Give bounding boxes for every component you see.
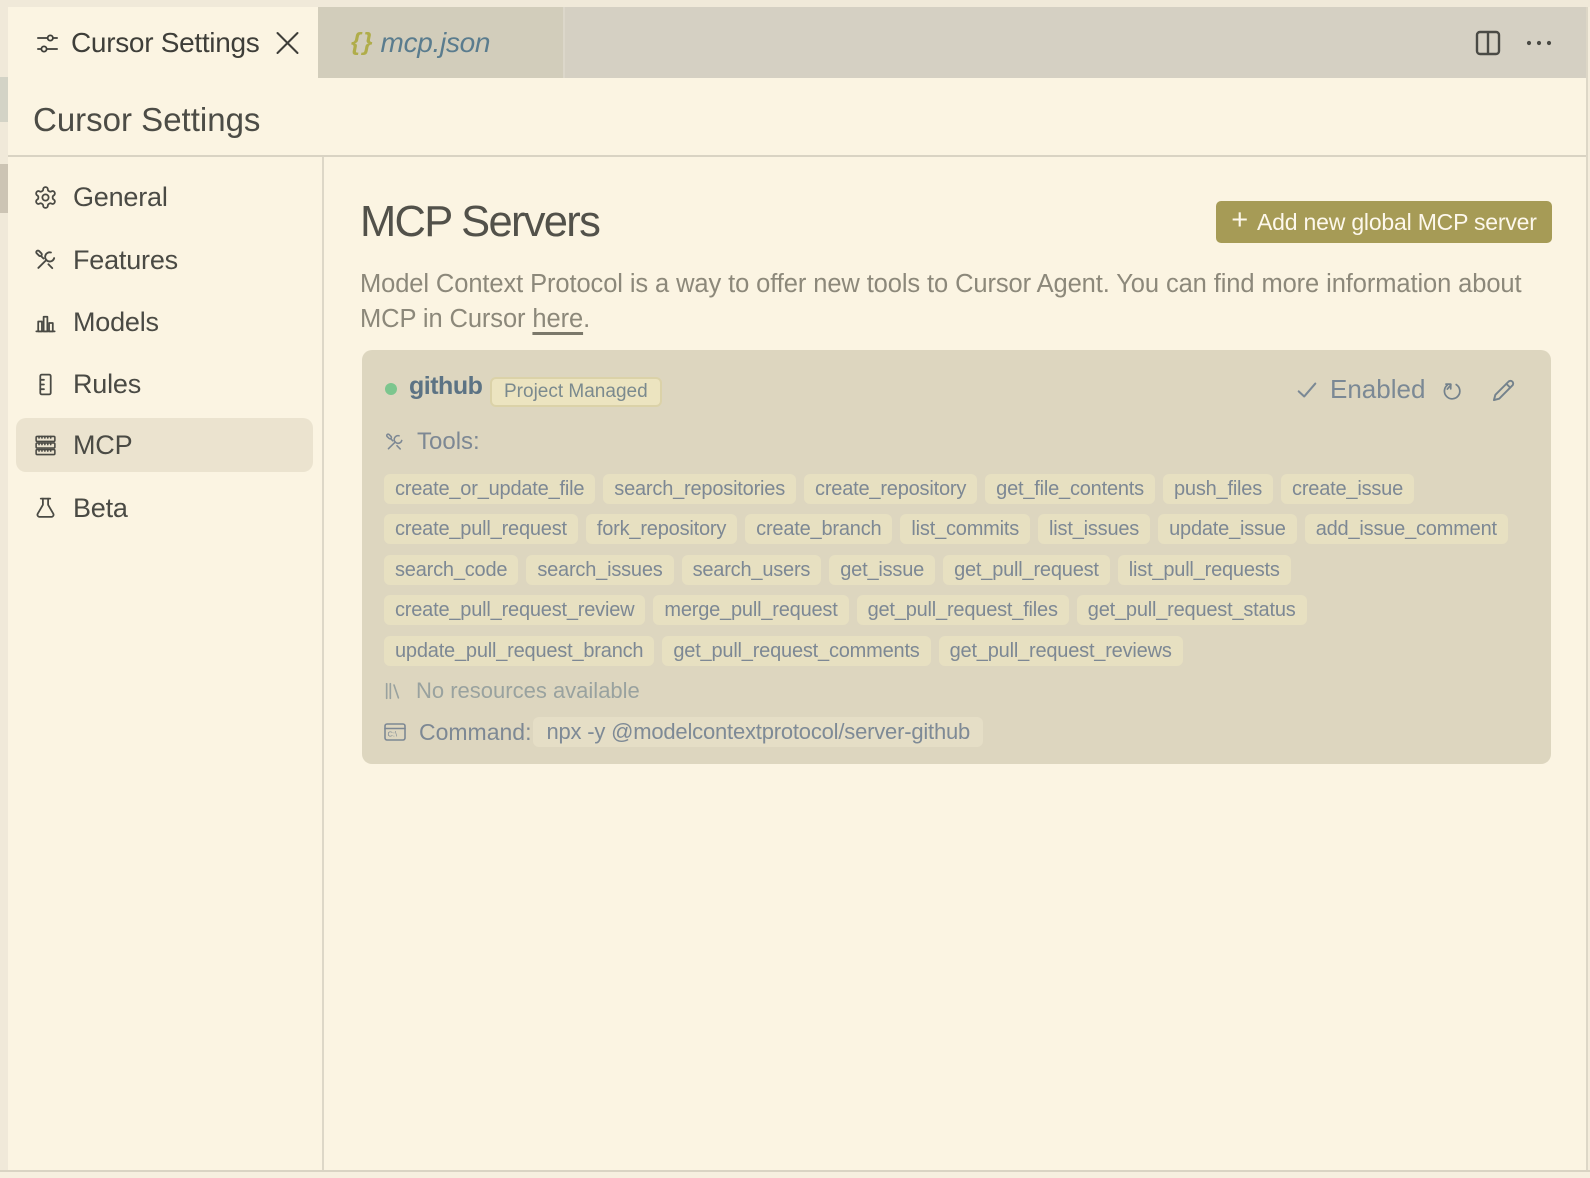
svg-text:C:\: C:\ [388, 730, 399, 739]
